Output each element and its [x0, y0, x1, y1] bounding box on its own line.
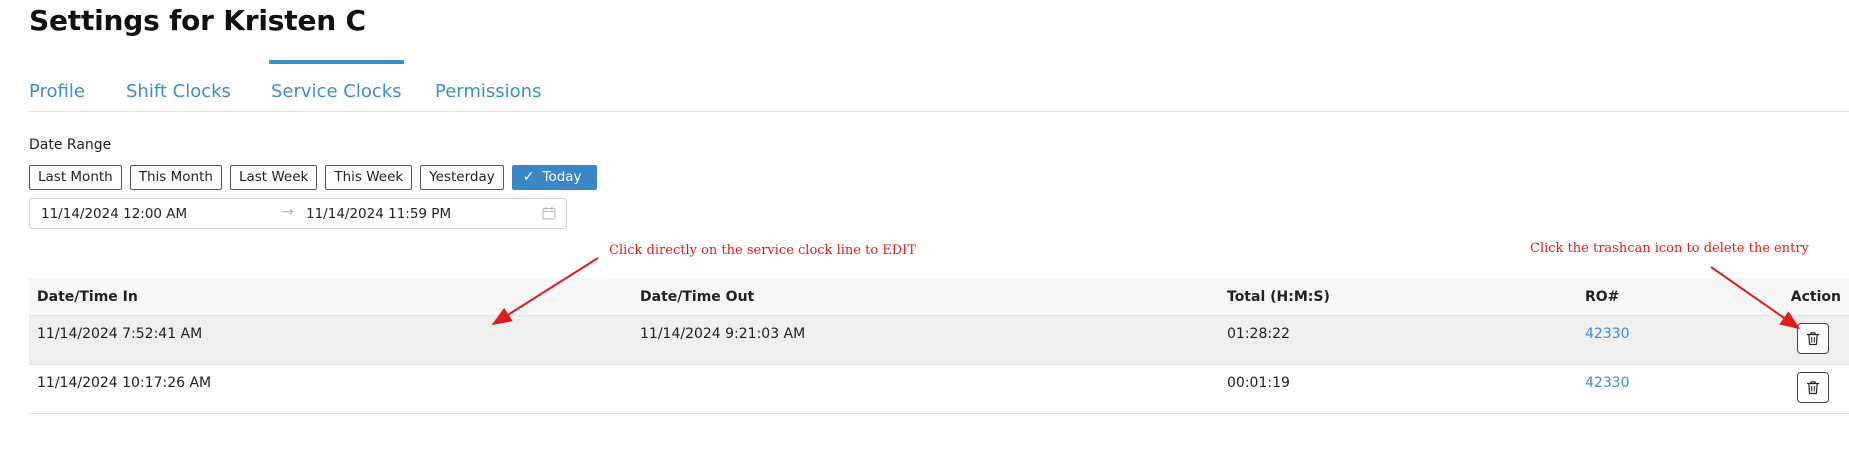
- service-clocks-table: Date/Time In Date/Time Out Total (H:M:S)…: [29, 278, 1849, 414]
- tab-service-clocks[interactable]: Service Clocks: [269, 60, 404, 112]
- date-range-presets: Last Month This Month Last Week This Wee…: [29, 165, 597, 190]
- range-end-input[interactable]: 11/14/2024 11:59 PM: [306, 206, 451, 222]
- range-start-input[interactable]: 11/14/2024 12:00 AM: [41, 206, 187, 222]
- tab-shift-clocks[interactable]: Shift Clocks: [126, 60, 231, 112]
- preset-yesterday-button[interactable]: Yesterday: [420, 165, 504, 190]
- preset-last-week-button[interactable]: Last Week: [229, 165, 318, 190]
- edit-hint-annotation: Click directly on the service clock line…: [609, 243, 916, 258]
- trash-icon: [1807, 381, 1819, 395]
- check-icon: ✓: [522, 169, 535, 185]
- row-date-in: 11/14/2024 7:52:41 AM: [37, 326, 203, 342]
- trash-icon: [1807, 332, 1819, 346]
- date-range-label: Date Range: [29, 137, 112, 153]
- preset-this-week-button[interactable]: This Week: [325, 165, 413, 190]
- arrow-right-icon: →: [282, 204, 294, 220]
- row-total: 01:28:22: [1227, 326, 1290, 342]
- header-date-out: Date/Time Out: [640, 289, 755, 305]
- tab-profile[interactable]: Profile: [29, 60, 85, 112]
- row-total: 00:01:19: [1227, 375, 1290, 391]
- settings-tabs: Profile Shift Clocks Service Clocks Perm…: [29, 60, 1849, 112]
- preset-today-label: Today: [542, 169, 582, 185]
- header-date-in: Date/Time In: [37, 289, 138, 305]
- delete-entry-button[interactable]: [1797, 323, 1829, 354]
- table-row[interactable]: 11/14/2024 7:52:41 AM 11/14/2024 9:21:03…: [29, 316, 1849, 365]
- page-title: Settings for Kristen C: [29, 4, 366, 37]
- tab-permissions[interactable]: Permissions: [435, 60, 541, 112]
- ro-link[interactable]: 42330: [1585, 326, 1630, 342]
- header-total: Total (H:M:S): [1227, 289, 1330, 305]
- preset-this-month-button[interactable]: This Month: [129, 165, 222, 190]
- preset-last-month-button[interactable]: Last Month: [29, 165, 122, 190]
- settings-page: Settings for Kristen C Profile Shift Clo…: [0, 0, 1849, 465]
- ro-link[interactable]: 42330: [1585, 375, 1630, 391]
- table-header: Date/Time In Date/Time Out Total (H:M:S)…: [29, 278, 1849, 316]
- row-date-out: 11/14/2024 9:21:03 AM: [640, 326, 806, 342]
- calendar-icon: [542, 207, 556, 220]
- delete-hint-annotation: Click the trashcan icon to delete the en…: [1530, 241, 1809, 256]
- row-date-in: 11/14/2024 10:17:26 AM: [37, 375, 212, 391]
- header-action: Action: [1790, 289, 1841, 305]
- date-range-picker[interactable]: 11/14/2024 12:00 AM → 11/14/2024 11:59 P…: [29, 198, 567, 229]
- delete-entry-button[interactable]: [1797, 372, 1829, 403]
- preset-today-button[interactable]: ✓ Today: [511, 165, 597, 190]
- header-ro: RO#: [1585, 289, 1620, 305]
- table-row[interactable]: 11/14/2024 10:17:26 AM 00:01:19 42330: [29, 365, 1849, 414]
